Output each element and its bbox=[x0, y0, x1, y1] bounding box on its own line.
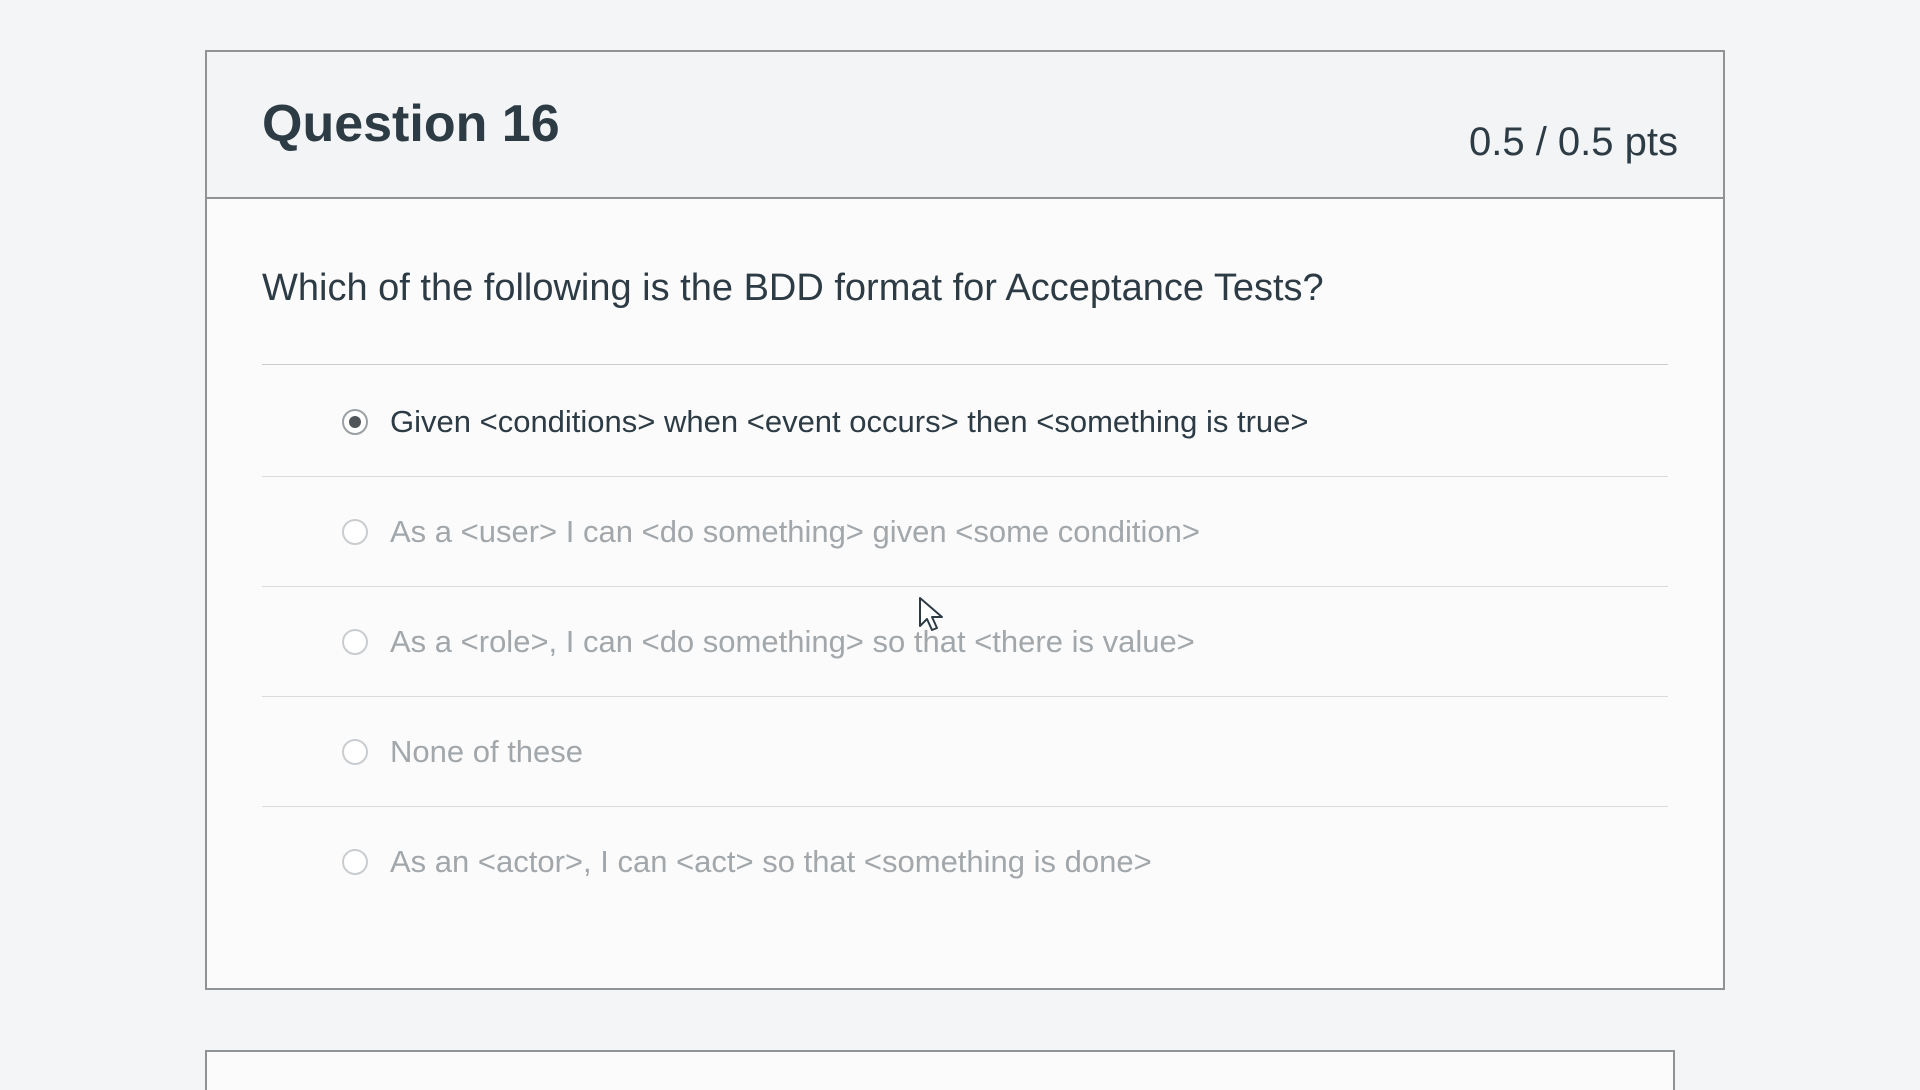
next-question-card-edge bbox=[205, 1050, 1675, 1090]
answer-label: As a <role>, I can <do something> so tha… bbox=[390, 623, 1195, 659]
question-text: Which of the following is the BDD format… bbox=[262, 267, 1324, 309]
question-points: 0.5 / 0.5 pts bbox=[1468, 120, 1678, 164]
mouse-pointer-icon bbox=[919, 597, 943, 631]
question-title: Question 16 bbox=[262, 95, 560, 153]
radio-button-selected-icon[interactable] bbox=[342, 408, 368, 435]
answer-label: Given <conditions> when <event occurs> t… bbox=[390, 403, 1309, 439]
answer-list: Given <conditions> when <event occurs> t… bbox=[262, 367, 1668, 917]
answer-option-3[interactable]: As a <role>, I can <do something> so tha… bbox=[262, 587, 1668, 697]
question-divider bbox=[262, 364, 1668, 365]
answer-label: As an <actor>, I can <act> so that <some… bbox=[390, 844, 1152, 879]
answer-option-2[interactable]: As a <user> I can <do something> given <… bbox=[262, 477, 1668, 587]
radio-button-icon[interactable] bbox=[342, 518, 368, 545]
answer-label: None of these bbox=[390, 733, 584, 769]
radio-button-icon[interactable] bbox=[342, 628, 368, 655]
answer-option-5[interactable]: As an <actor>, I can <act> so that <some… bbox=[262, 807, 1668, 917]
question-card: Question 16 0.5 / 0.5 pts Which of the f… bbox=[205, 50, 1725, 990]
question-header: Question 16 0.5 / 0.5 pts bbox=[207, 52, 1723, 199]
answer-option-4[interactable]: None of these bbox=[262, 697, 1668, 807]
answer-label: As a <user> I can <do something> given <… bbox=[390, 513, 1200, 549]
radio-button-icon[interactable] bbox=[342, 849, 368, 875]
radio-button-icon[interactable] bbox=[342, 738, 368, 765]
answer-option-1[interactable]: Given <conditions> when <event occurs> t… bbox=[262, 367, 1668, 477]
